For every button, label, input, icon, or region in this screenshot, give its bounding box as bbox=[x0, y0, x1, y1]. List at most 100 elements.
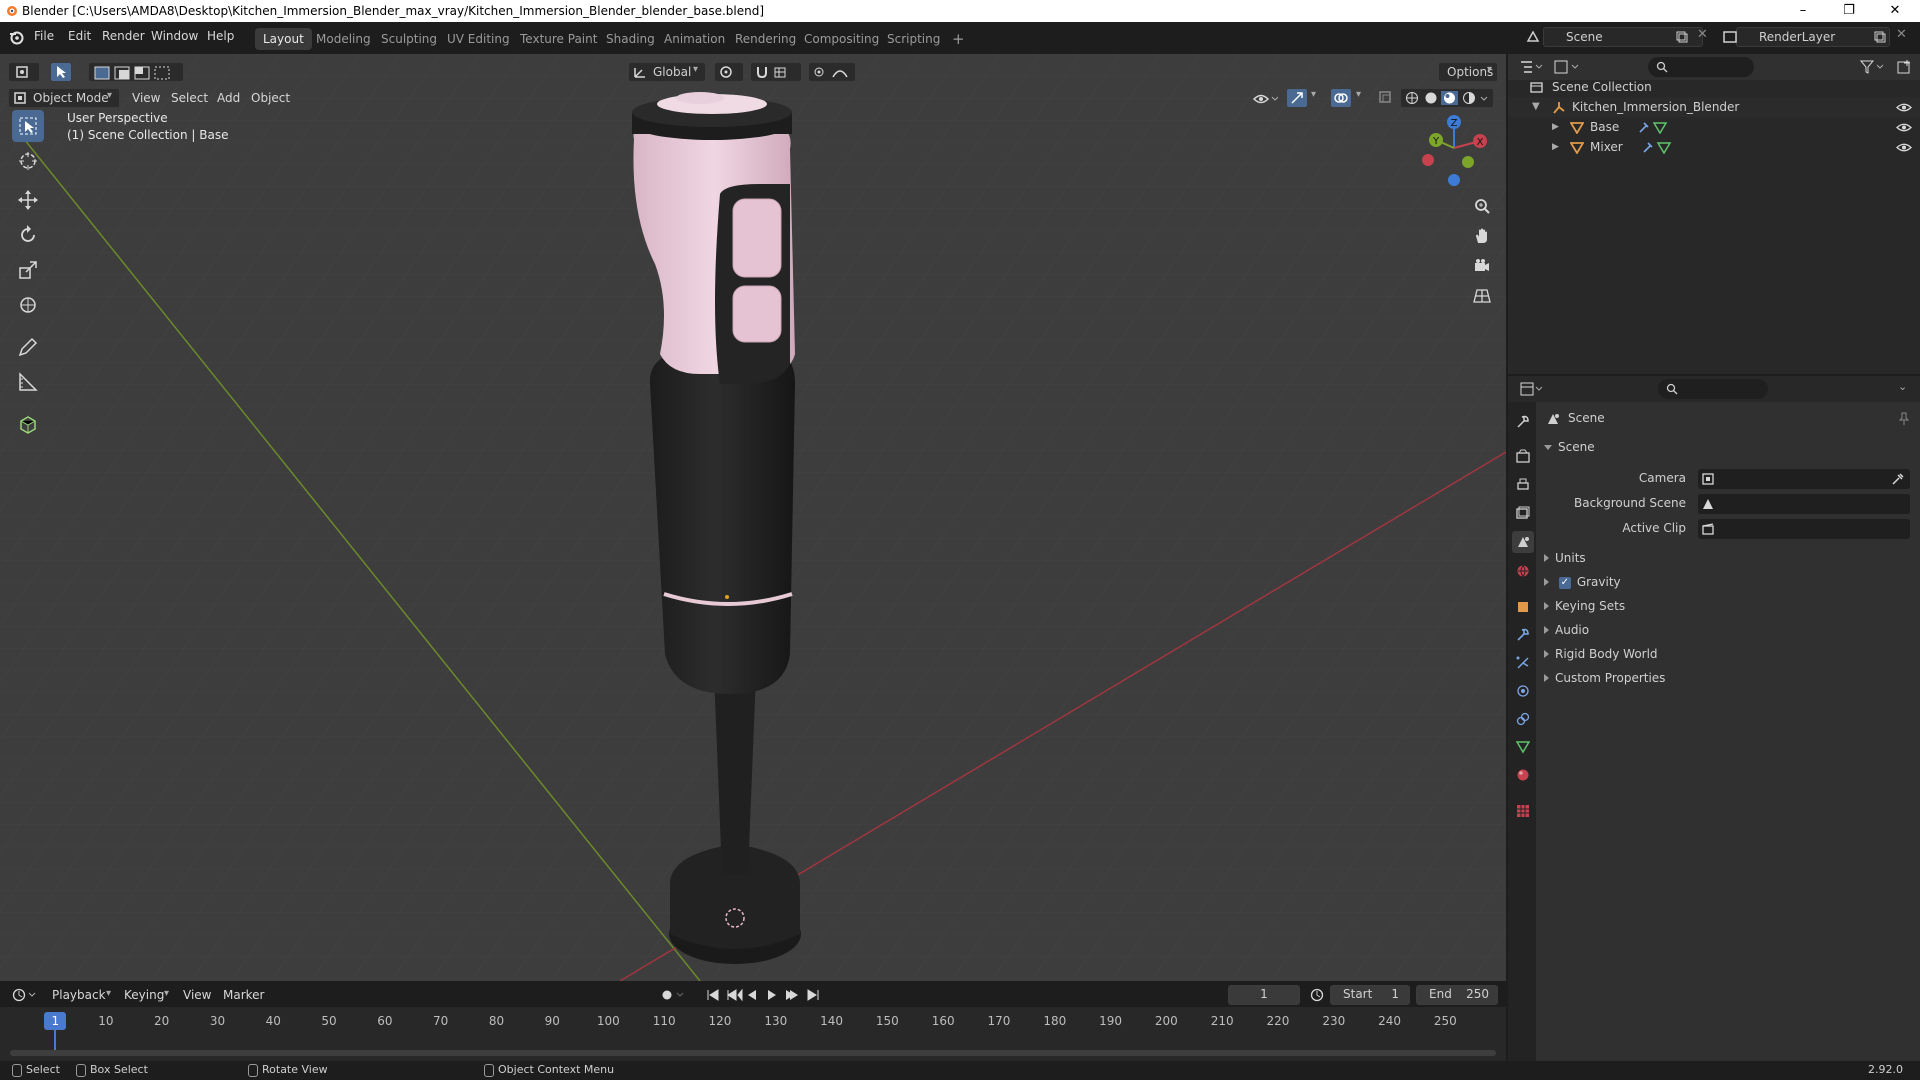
display-mode-icon[interactable] bbox=[1554, 60, 1580, 74]
annotate-tool[interactable] bbox=[12, 331, 44, 363]
rigid-body-world-panel[interactable]: Rigid Body World bbox=[1544, 647, 1914, 667]
active-clip-field[interactable] bbox=[1698, 519, 1910, 539]
pan-button[interactable] bbox=[1468, 222, 1496, 250]
tab-output[interactable] bbox=[1512, 474, 1534, 496]
tab-rendering[interactable]: Rendering bbox=[727, 28, 804, 50]
menu-edit[interactable]: Edit bbox=[68, 29, 91, 43]
proportional-editing[interactable] bbox=[808, 62, 856, 82]
playback-controls[interactable] bbox=[706, 987, 826, 1003]
tab-modifiers[interactable] bbox=[1512, 624, 1534, 646]
maximize-button[interactable]: ❐ bbox=[1826, 0, 1872, 22]
tab-view-layer[interactable] bbox=[1512, 502, 1534, 524]
new-collection-icon[interactable] bbox=[1896, 59, 1912, 75]
custom-properties-panel[interactable]: Custom Properties bbox=[1544, 671, 1914, 691]
outliner-collection-row[interactable]: ▼ Kitchen_Immersion_Blender bbox=[1508, 97, 1920, 117]
end-frame-field[interactable]: End 250 bbox=[1416, 985, 1498, 1005]
visibility-eye-icon[interactable] bbox=[1252, 91, 1278, 107]
scene-panel-header[interactable]: Scene bbox=[1544, 440, 1914, 460]
audio-panel[interactable]: Audio bbox=[1544, 623, 1914, 643]
visibility-eye-icon[interactable] bbox=[1896, 102, 1912, 113]
rotate-tool[interactable] bbox=[12, 219, 44, 251]
background-scene-field[interactable] bbox=[1698, 494, 1910, 514]
selection-mode-group[interactable] bbox=[88, 62, 184, 82]
start-frame-field[interactable]: Start 1 bbox=[1330, 985, 1410, 1005]
editor-type-button[interactable] bbox=[8, 62, 40, 82]
gravity-panel[interactable]: ✓ Gravity bbox=[1544, 575, 1914, 595]
units-panel[interactable]: Units bbox=[1544, 551, 1914, 571]
tab-tool[interactable] bbox=[1512, 411, 1534, 433]
tab-layout[interactable]: Layout bbox=[255, 28, 312, 50]
tab-physics[interactable] bbox=[1512, 680, 1534, 702]
keying-sets-panel[interactable]: Keying Sets bbox=[1544, 599, 1914, 619]
overlays-toggle[interactable] bbox=[1330, 88, 1352, 108]
expand-arrow-icon[interactable]: ▶ bbox=[1552, 137, 1559, 157]
tab-world[interactable] bbox=[1512, 560, 1534, 582]
delete-view-layer-icon[interactable]: ✕ bbox=[1896, 27, 1907, 42]
xray-icon[interactable] bbox=[1378, 90, 1392, 104]
filter-icon[interactable] bbox=[1860, 60, 1886, 74]
cursor-tool[interactable] bbox=[12, 145, 44, 177]
tab-particles[interactable] bbox=[1512, 652, 1534, 674]
3d-viewport[interactable] bbox=[0, 54, 1506, 981]
tab-compositing[interactable]: Compositing bbox=[796, 28, 887, 50]
tab-texture-paint[interactable]: Texture Paint bbox=[512, 28, 605, 50]
chevron-down-icon[interactable]: ▾ bbox=[1311, 89, 1316, 100]
timeline-menu-marker[interactable]: Marker bbox=[223, 988, 264, 1002]
scale-tool[interactable] bbox=[12, 254, 44, 286]
zoom-button[interactable] bbox=[1468, 192, 1496, 220]
tab-shading[interactable]: Shading bbox=[598, 28, 663, 50]
transform-tool[interactable] bbox=[12, 289, 44, 321]
timeline-menu-view[interactable]: View bbox=[183, 988, 211, 1002]
gizmo-toggle[interactable] bbox=[1286, 88, 1308, 108]
outliner-editor-type-icon[interactable] bbox=[1520, 60, 1544, 74]
shading-modes[interactable] bbox=[1400, 88, 1494, 108]
select-mode-tweak[interactable] bbox=[50, 62, 72, 82]
timeline-menu-keying[interactable]: Keying bbox=[124, 988, 164, 1002]
tab-scripting[interactable]: Scripting bbox=[879, 28, 948, 50]
view-layer-selector[interactable]: RenderLayer bbox=[1736, 27, 1890, 47]
copy-scene-icon[interactable] bbox=[1676, 31, 1688, 43]
measure-tool[interactable] bbox=[12, 366, 44, 398]
tab-constraints[interactable] bbox=[1512, 708, 1534, 730]
tab-render[interactable] bbox=[1512, 445, 1534, 467]
expand-arrow-icon[interactable]: ▶ bbox=[1552, 117, 1559, 137]
tab-uv-editing[interactable]: UV Editing bbox=[439, 28, 518, 50]
blender-menu-icon[interactable] bbox=[8, 29, 24, 45]
tab-texture[interactable] bbox=[1512, 800, 1534, 822]
visibility-eye-icon[interactable] bbox=[1896, 142, 1912, 153]
minimize-button[interactable]: – bbox=[1780, 0, 1826, 22]
outliner-object-base[interactable]: ▶ Base bbox=[1508, 117, 1920, 137]
current-frame-field[interactable]: 1 bbox=[1228, 985, 1300, 1005]
timeline-scrollbar[interactable] bbox=[10, 1050, 1496, 1056]
record-keyframe-icon[interactable] bbox=[660, 988, 686, 1002]
outliner-scene-collection[interactable]: Scene Collection bbox=[1508, 77, 1920, 97]
copy-view-layer-icon[interactable] bbox=[1874, 31, 1886, 43]
pin-icon[interactable] bbox=[1898, 412, 1910, 426]
properties-editor-type-icon[interactable] bbox=[1520, 382, 1544, 396]
options-dropdown[interactable]: Options ▾ bbox=[1438, 62, 1498, 82]
menu-file[interactable]: File bbox=[34, 29, 54, 43]
perspective-toggle-button[interactable] bbox=[1468, 282, 1496, 310]
close-button[interactable]: ✕ bbox=[1872, 0, 1918, 22]
tab-object-data[interactable] bbox=[1512, 736, 1534, 758]
viewport-menu-add[interactable]: Add bbox=[217, 91, 240, 105]
tab-sculpting[interactable]: Sculpting bbox=[373, 28, 445, 50]
tab-material[interactable] bbox=[1512, 764, 1534, 786]
navigation-gizmo[interactable]: Z X Y bbox=[1418, 110, 1490, 188]
chevron-down-icon[interactable]: ⌄ bbox=[1898, 380, 1907, 393]
menu-help[interactable]: Help bbox=[207, 29, 234, 43]
tab-modeling[interactable]: Modeling bbox=[308, 28, 379, 50]
camera-view-button[interactable] bbox=[1468, 252, 1496, 280]
eyedropper-icon[interactable] bbox=[1892, 473, 1904, 485]
add-cube-tool[interactable] bbox=[12, 408, 44, 440]
outliner-search-input[interactable] bbox=[1648, 57, 1754, 77]
select-box-tool[interactable] bbox=[12, 110, 44, 142]
tab-object[interactable] bbox=[1512, 596, 1534, 618]
move-tool[interactable] bbox=[12, 184, 44, 216]
visibility-eye-icon[interactable] bbox=[1896, 122, 1912, 133]
viewport-menu-object[interactable]: Object bbox=[251, 91, 290, 105]
preview-range-clock-icon[interactable] bbox=[1310, 988, 1324, 1002]
camera-field[interactable] bbox=[1698, 469, 1910, 489]
outliner-object-mixer[interactable]: ▶ Mixer bbox=[1508, 137, 1920, 157]
properties-search-input[interactable] bbox=[1658, 379, 1768, 399]
